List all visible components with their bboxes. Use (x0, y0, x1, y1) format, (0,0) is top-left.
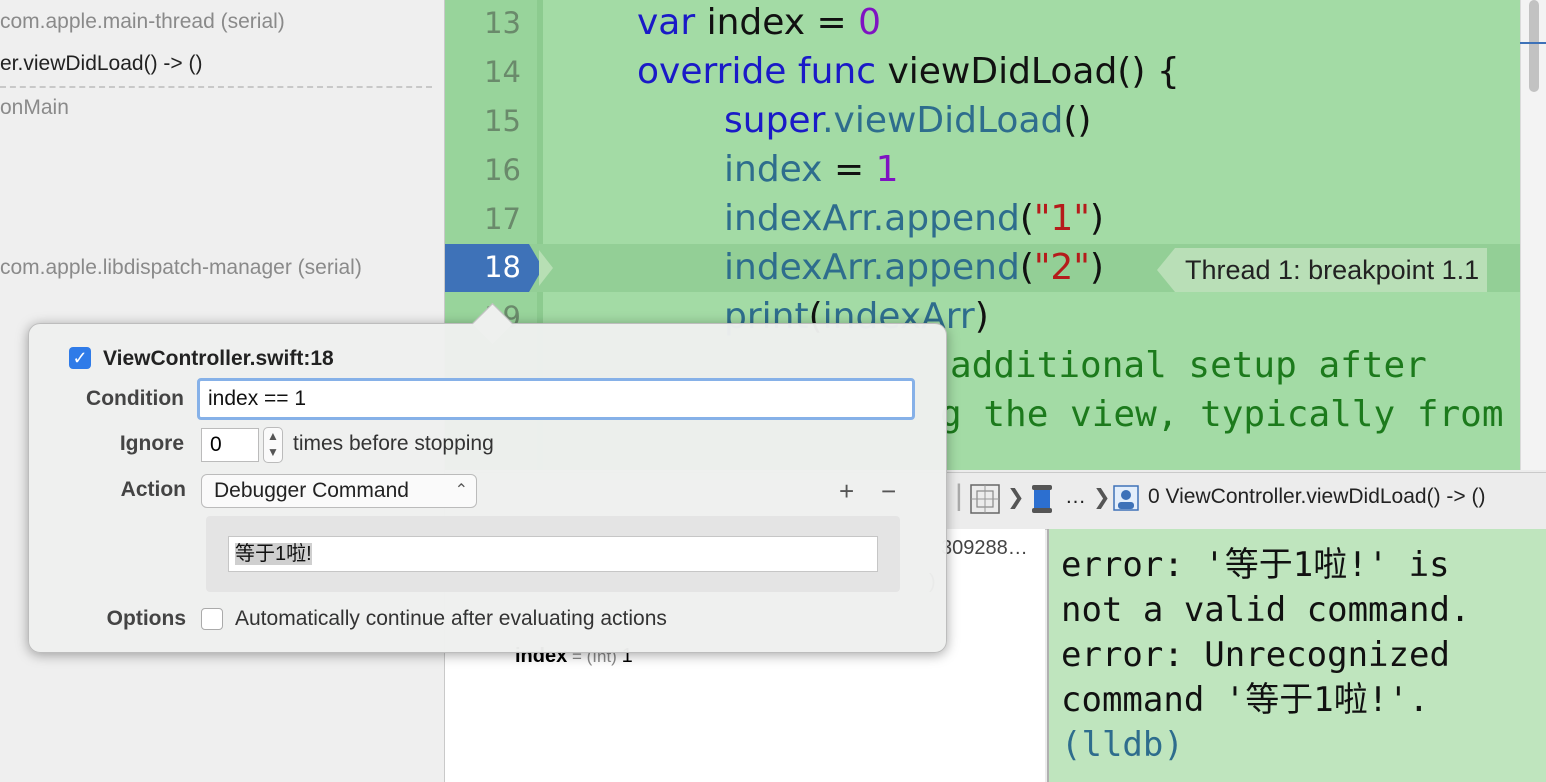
user-frame-icon (1113, 485, 1139, 517)
frame-divider (0, 86, 432, 88)
condition-field[interactable]: index == 1 (197, 378, 915, 420)
select-updown-icon: ⌃ (454, 482, 468, 499)
bar-divider: | (955, 479, 963, 512)
auto-continue-label[interactable]: Automatically continue after evaluating … (235, 607, 667, 631)
breakpoint-annotation: Thread 1: breakpoint 1.1 (1156, 248, 1488, 292)
frame-view-did-load[interactable]: er.viewDidLoad() -> () (0, 52, 202, 76)
debugger-command-box: 等于1啦! (206, 516, 900, 592)
code-line-17: indexArr.append("1") (724, 198, 1104, 239)
variable-value-truncated: 309288… (941, 537, 1028, 559)
breadcrumb-frame[interactable]: 0 ViewController.viewDidLoad() -> () (1148, 485, 1486, 509)
code-line-13: var index = 0 (637, 2, 882, 43)
breakpoint-title: ViewController.swift:18 (103, 347, 334, 370)
action-type-value: Debugger Command (214, 479, 409, 502)
action-type-select[interactable]: Debugger Command ⌃ (201, 474, 477, 508)
console-line: command '等于1啦!'. (1061, 680, 1430, 720)
line-number: 14 (484, 55, 521, 89)
line-number: 13 (484, 6, 521, 40)
console-output: error: '等于1啦!' is not a valid command. err… (1061, 543, 1470, 768)
breakpoint-editor-popover: ✓ ViewController.swift:18 Condition inde… (28, 302, 947, 653)
debugger-command-field[interactable]: 等于1啦! (228, 536, 878, 572)
code-comment-line: g the view, typically from (940, 394, 1504, 435)
line-number: 17 (484, 202, 521, 236)
code-line-16: index = 1 (724, 149, 899, 190)
lldb-prompt[interactable]: (lldb) (1061, 723, 1470, 768)
options-label: Options (106, 607, 186, 630)
editor-scrollbar[interactable] (1520, 0, 1546, 470)
code-line-14: override func viewDidLoad() { (637, 51, 1180, 92)
condition-label: Condition (86, 387, 184, 410)
add-action-button[interactable]: + (839, 476, 854, 507)
action-label: Action (120, 478, 186, 501)
breakpoint-line-number: 18 (484, 250, 521, 284)
line-number: 15 (484, 104, 521, 138)
code-line-15: super.viewDidLoad() (724, 100, 1092, 141)
breakpoint-enabled-checkbox[interactable]: ✓ (69, 347, 91, 369)
ignore-suffix-label: times before stopping (293, 432, 494, 455)
scrollbar-thumb[interactable] (1529, 0, 1539, 92)
debugger-command-text: 等于1啦! (235, 543, 312, 565)
thread-spool-icon[interactable] (1029, 483, 1055, 521)
line-number: 16 (484, 153, 521, 187)
console-line: error: Unrecognized (1061, 635, 1450, 675)
debug-console[interactable]: error: '等于1啦!' is not a valid command. err… (1047, 529, 1546, 782)
thread-main[interactable]: com.apple.main-thread (serial) (0, 10, 285, 34)
scrollbar-marker (1520, 42, 1546, 44)
ignore-count-stepper[interactable]: ▲ ▼ (263, 427, 283, 463)
ignore-label: Ignore (119, 432, 184, 455)
console-line: error: '等于1啦!' is (1061, 545, 1450, 585)
program-counter-icon (539, 250, 553, 286)
remove-action-button[interactable]: − (881, 476, 896, 507)
auto-continue-checkbox[interactable] (201, 608, 223, 630)
breadcrumb-ellipsis[interactable]: … (1065, 485, 1086, 509)
code-line-18: indexArr.append("2") (724, 247, 1104, 288)
thread-libdispatch[interactable]: com.apple.libdispatch-manager (serial) (0, 256, 362, 280)
chevron-right-icon: ❯ (1007, 486, 1025, 509)
code-comment-line: additional setup after (950, 345, 1427, 386)
frame-main[interactable]: onMain (0, 96, 69, 120)
view-hierarchy-icon[interactable] (969, 483, 1001, 521)
ignore-count-field[interactable]: 0 (201, 428, 259, 462)
console-line: not a valid command. (1061, 590, 1471, 630)
chevron-right-icon: ❯ (1093, 486, 1111, 509)
